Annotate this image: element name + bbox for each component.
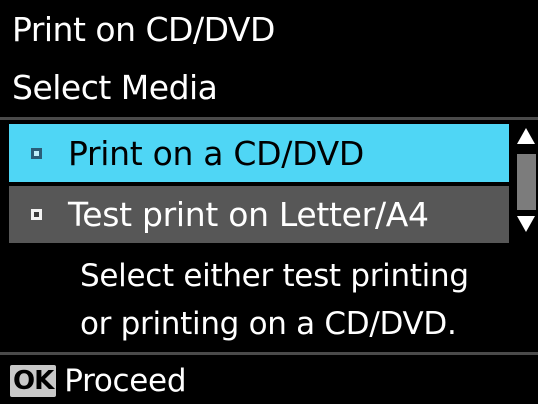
divider [0,117,538,120]
help-text-line: Select either test printing [80,258,469,294]
triangle-up-icon[interactable] [517,128,535,144]
ok-action-label: Proceed [64,363,187,399]
ok-button-icon[interactable]: OK [10,365,57,397]
square-bullet-icon [31,209,42,220]
lcd-screen: Print on CD/DVD Select Media Print on a … [0,0,538,404]
scrollbar[interactable] [514,124,538,242]
footer-hint: OK Proceed [10,362,187,400]
screen-title: Print on CD/DVD [12,10,275,49]
triangle-down-icon[interactable] [517,216,535,232]
media-options-list: Print on a CD/DVD Test print on Letter/A… [9,124,509,243]
divider [0,352,538,355]
help-text-line: or printing on a CD/DVD. [80,306,457,342]
help-text: Select either test printing or printing … [80,252,530,348]
option-test-print-letter-a4[interactable]: Test print on Letter/A4 [9,186,509,243]
divider [0,246,538,248]
square-bullet-icon [31,147,42,159]
option-label: Test print on Letter/A4 [68,195,429,234]
option-print-on-cd-dvd[interactable]: Print on a CD/DVD [9,124,509,182]
screen-subtitle: Select Media [12,68,218,107]
scroll-track[interactable] [517,154,536,210]
option-label: Print on a CD/DVD [68,133,364,173]
